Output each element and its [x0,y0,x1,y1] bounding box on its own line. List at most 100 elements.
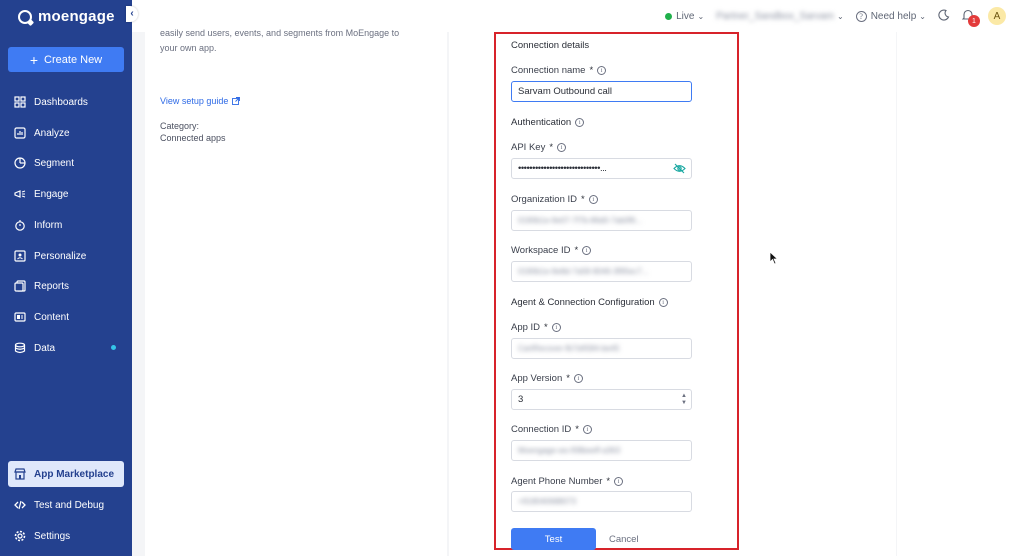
sidebar-item-label: Analyze [34,127,70,139]
workspace-label: Partner_Sandbox_Sarvam [716,10,834,22]
organization-id-label: Organization ID * i [511,194,598,205]
authentication-heading: Authentication i [511,117,585,128]
sidebar-item-label: Reports [34,280,70,292]
create-new-label: Create New [44,53,103,66]
megaphone-icon [14,188,26,200]
notifications-button[interactable]: 1 [961,9,980,27]
brand-logo[interactable]: moengage [18,8,115,25]
sidebar-item-label: Settings [34,530,71,542]
info-icon[interactable]: i [658,298,668,307]
app-id-label: App ID * i [511,322,561,333]
environment-label: Live [676,10,695,22]
chevron-left-icon: ‹ [130,8,134,19]
content-icon [14,311,26,323]
connection-details-heading: Connection details [511,40,590,51]
agent-config-heading: Agent & Connection Configuration i [511,297,668,308]
sidebar-item-content[interactable]: Content [8,304,124,330]
connection-name-label: Connection name * i [511,65,607,76]
api-key-label: API Key * i [511,142,567,153]
marketplace-icon [14,468,26,480]
sidebar-item-segment[interactable]: Segment [8,150,124,176]
category-label: Category: [160,121,200,131]
eye-off-icon[interactable] [673,163,686,174]
info-icon[interactable]: i [597,66,607,75]
app-description-line-2: your own app. [160,43,217,53]
workspace-id-label: Workspace ID * i [511,245,592,256]
live-status-dot [665,12,673,20]
avatar[interactable]: A [988,7,1006,25]
agent-phone-label: Agent Phone Number * i [511,476,624,487]
info-icon[interactable]: i [582,425,592,434]
chevron-down-icon: ⌄ [919,11,926,21]
personalize-icon [14,250,26,262]
new-indicator-dot [111,345,116,350]
info-icon[interactable]: i [582,246,592,255]
brand-name: moengage [38,8,115,25]
help-icon: ? [855,10,867,22]
environment-dropdown[interactable]: Live ⌄ [665,11,704,22]
pie-icon [14,157,26,169]
cancel-button[interactable]: Cancel [609,534,639,545]
agent-phone-input[interactable]: +918040688073 [511,491,692,512]
app-info-panel: easily send users, events, and segments … [145,28,447,556]
sidebar-item-label: Data [34,342,56,354]
sidebar-item-label: Personalize [34,250,87,262]
sidebar-item-label: Dashboards [34,96,88,108]
app-id-input[interactable]: CartRecover-fb7d4584-be45 [511,338,692,359]
sidebar-item-label: App Marketplace [34,468,115,480]
sidebar-item-engage[interactable]: Engage [8,181,124,207]
sidebar: moengage + Create New Dashboards Analyze… [0,0,132,556]
info-icon[interactable]: i [573,374,583,383]
info-icon[interactable]: i [557,143,567,152]
chevron-down-icon: ⌄ [837,11,844,21]
sidebar-item-data[interactable]: Data [8,335,124,361]
sidebar-item-analyze[interactable]: Analyze [8,120,124,146]
help-dropdown[interactable]: ? Need help ⌄ [855,10,926,22]
gear-icon [14,530,26,542]
sidebar-item-personalize[interactable]: Personalize [8,243,124,269]
connection-id-label: Connection ID * i [511,424,592,435]
workspace-id-input[interactable]: 0190b1e-9e8d-7a58-9046-3f95ec7... [511,261,692,282]
info-icon[interactable]: i [575,118,585,127]
chart-icon [14,127,26,139]
logo-icon [18,9,32,24]
app-version-stepper[interactable]: 3 ▲ ▼ [511,389,692,410]
info-icon[interactable]: i [551,323,561,332]
organization-id-input[interactable]: 0190b1e-9e07-7f7b-86d0-7ab0f6... [511,210,692,231]
category-block: Category: Connected apps [160,120,226,144]
connection-form: Connection details Connection name * i Sar… [494,32,739,550]
connection-id-input[interactable]: Moengage-ws-f08beeff-a363 [511,440,692,461]
sidebar-item-label: Content [34,311,70,323]
notification-count-badge: 1 [968,15,980,27]
sidebar-item-settings[interactable]: Settings [8,523,124,549]
workspace-dropdown[interactable]: Partner_Sandbox_Sarvam ⌄ [716,11,844,22]
connection-name-input[interactable]: Sarvam Outbound call [511,81,692,102]
sidebar-item-label: Inform [34,219,63,231]
plus-icon: + [29,51,39,68]
dark-mode-icon[interactable] [938,9,950,24]
sidebar-item-inform[interactable]: Inform [8,212,124,238]
sidebar-item-label: Engage [34,188,69,200]
api-key-input[interactable]: •••••••••••••••••••••••••••••... [511,158,692,179]
app-version-label: App Version * i [511,373,583,384]
test-button[interactable]: Test [511,528,596,550]
stepper-arrows-icon[interactable]: ▲ ▼ [681,393,687,407]
sidebar-item-app-marketplace[interactable]: App Marketplace [8,461,124,487]
category-value: Connected apps [160,133,226,143]
info-icon[interactable]: i [614,477,624,486]
help-label: Need help [870,10,917,22]
sidebar-item-reports[interactable]: Reports [8,273,124,299]
create-new-button[interactable]: + Create New [8,47,124,72]
right-column [897,32,1016,556]
view-setup-guide-link[interactable]: View setup guide [160,96,241,106]
info-icon[interactable]: i [588,195,598,204]
sidebar-item-test-and-debug[interactable]: Test and Debug [8,492,124,518]
mouse-cursor-icon [769,251,779,265]
sidebar-item-dashboards[interactable]: Dashboards [8,89,124,115]
code-icon [14,499,26,511]
chevron-down-icon: ⌄ [697,11,705,21]
dashboard-icon [14,96,26,108]
sidebar-item-label: Segment [34,157,75,169]
app-description-line-1: easily send users, events, and segments … [160,28,400,38]
reports-icon [14,280,26,292]
